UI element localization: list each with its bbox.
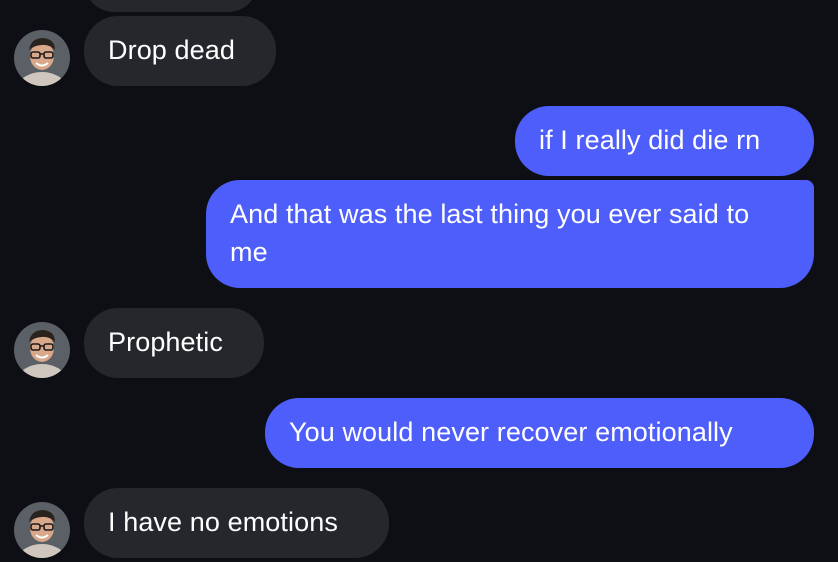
message-text: You would never recover emotionally: [289, 417, 733, 447]
incoming-message-bubble[interactable]: Drop dead: [84, 16, 276, 86]
message-text: I have no emotions: [108, 507, 338, 537]
outgoing-message-bubble[interactable]: if I really did die rn: [515, 106, 814, 176]
contact-avatar[interactable]: [14, 502, 70, 558]
contact-avatar[interactable]: [14, 322, 70, 378]
contact-avatar[interactable]: [14, 30, 70, 86]
message-text: if I really did die rn: [539, 125, 761, 155]
message-thread: Drop dead if I really did die rn And tha…: [0, 0, 838, 562]
message-text: Drop dead: [108, 35, 235, 65]
message-text: And that was the last thing you ever sai…: [230, 199, 750, 267]
outgoing-message-bubble[interactable]: And that was the last thing you ever sai…: [206, 180, 814, 288]
previous-message-bubble[interactable]: [84, 0, 258, 12]
incoming-message-bubble[interactable]: I have no emotions: [84, 488, 389, 558]
incoming-message-bubble[interactable]: Prophetic: [84, 308, 264, 378]
message-text: Prophetic: [108, 327, 223, 357]
outgoing-message-bubble[interactable]: You would never recover emotionally: [265, 398, 814, 468]
